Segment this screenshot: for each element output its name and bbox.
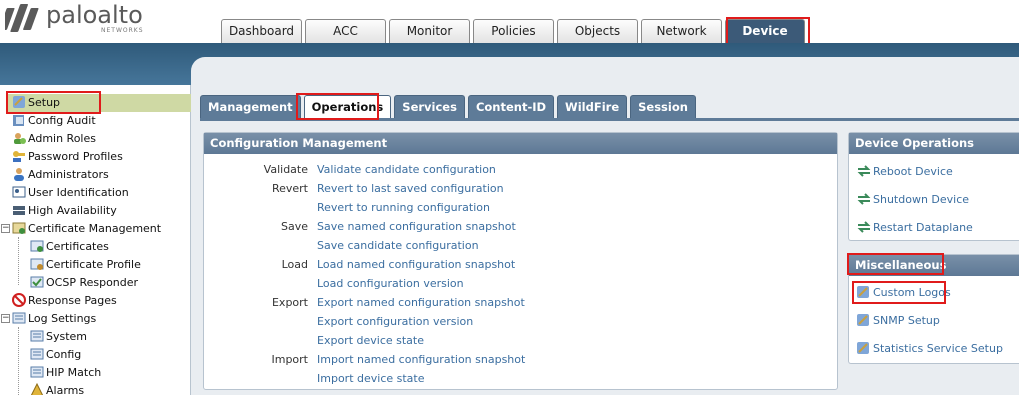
brand-name: paloalto — [46, 1, 143, 29]
config-row-label: Validate — [263, 163, 308, 176]
tab-services[interactable]: Services — [394, 95, 465, 119]
tab-wildfire[interactable]: WildFire — [557, 95, 628, 119]
tab-management[interactable]: Management — [200, 95, 301, 119]
sidebar-item-password-profiles[interactable]: Password Profiles — [12, 148, 123, 166]
tree-connector — [18, 327, 19, 395]
id-card-icon — [12, 185, 26, 199]
restart-icon — [856, 220, 872, 234]
sidebar-item-high-availability[interactable]: High Availability — [12, 202, 117, 220]
highlight-device-tab — [726, 17, 810, 45]
sidebar-item-user-identification[interactable]: User Identification — [12, 184, 129, 202]
statistics-service-setup-link[interactable]: Statistics Service Setup — [856, 340, 1003, 358]
config-row-label: Export — [271, 296, 308, 309]
log-icon — [30, 347, 44, 361]
admin-roles-icon — [12, 131, 26, 145]
sidebar-item-certificate-management[interactable]: Certificate Management — [12, 220, 161, 238]
sidebar-item-certificate-profile[interactable]: Certificate Profile — [30, 256, 141, 274]
configuration-management-panel: Configuration Management Validate Validat… — [203, 132, 838, 390]
user-icon — [12, 167, 26, 181]
collapse-toggle-certificate-management[interactable]: − — [1, 224, 10, 233]
config-action-link[interactable]: Export named configuration snapshot — [317, 293, 525, 312]
config-row-label: Import — [271, 353, 308, 366]
sidebar-item-certificates[interactable]: Certificates — [30, 238, 109, 256]
config-action-link[interactable]: Revert to last saved configuration — [317, 179, 504, 198]
config-action-link[interactable]: Load configuration version — [317, 274, 464, 293]
highlight-operations-tab — [296, 93, 379, 120]
tab-monitor[interactable]: Monitor — [389, 19, 470, 43]
sidebar-item-config-audit[interactable]: Config Audit — [12, 112, 96, 130]
tree-connector — [18, 237, 19, 285]
config-row-label: Revert — [271, 182, 308, 195]
collapse-toggle-log-settings[interactable]: − — [1, 314, 10, 323]
tab-network[interactable]: Network — [641, 19, 722, 43]
sidebar-item-administrators[interactable]: Administrators — [12, 166, 109, 184]
sidebar-item-admin-roles[interactable]: Admin Roles — [12, 130, 96, 148]
tab-session[interactable]: Session — [630, 95, 696, 119]
log-settings-icon — [12, 311, 26, 325]
highlight-custom-logos — [852, 281, 946, 304]
tab-acc[interactable]: ACC — [305, 19, 386, 43]
key-icon — [12, 149, 26, 163]
config-action-link[interactable]: Import device state — [317, 369, 425, 388]
tab-policies[interactable]: Policies — [473, 19, 554, 43]
config-row-label — [204, 236, 308, 255]
config-audit-icon — [12, 113, 26, 127]
response-pages-icon — [12, 293, 26, 307]
config-action-link[interactable]: Import named configuration snapshot — [317, 350, 525, 369]
config-row-label: Load — [281, 258, 308, 271]
snmp-setup-link[interactable]: SNMP Setup — [856, 312, 940, 330]
device-sub-tabs: Management Operations Services Content-I… — [200, 95, 699, 119]
tab-content-id[interactable]: Content-ID — [467, 95, 555, 119]
statistics-icon — [856, 341, 872, 355]
config-row-label — [204, 331, 308, 350]
sidebar-item-hip-match[interactable]: HIP Match — [30, 364, 101, 382]
sidebar-item-alarms[interactable]: Alarms — [30, 382, 84, 395]
paloalto-logo-icon — [5, 4, 39, 32]
panel-title: Device Operations — [849, 133, 1019, 154]
config-action-link[interactable]: Load named configuration snapshot — [317, 255, 515, 274]
shutdown-device-link[interactable]: Shutdown Device — [856, 191, 969, 209]
highlight-setup — [6, 91, 101, 114]
config-row-label — [204, 312, 308, 331]
config-action-link[interactable]: Save named configuration snapshot — [317, 217, 516, 236]
restart-dataplane-link[interactable]: Restart Dataplane — [856, 219, 973, 237]
brand-sub: NETWORKS — [101, 27, 144, 34]
sidebar-item-system[interactable]: System — [30, 328, 87, 346]
panel-title: Configuration Management — [204, 133, 837, 154]
sidebar-item-log-settings[interactable]: Log Settings — [12, 310, 96, 328]
device-operations-panel: Device Operations Reboot Device Shutdown… — [848, 132, 1019, 241]
log-icon — [30, 365, 44, 379]
shutdown-icon — [856, 192, 872, 206]
tab-objects[interactable]: Objects — [557, 19, 638, 43]
tab-dashboard[interactable]: Dashboard — [221, 19, 302, 43]
certificate-icon — [12, 221, 26, 235]
alarm-icon — [30, 382, 44, 395]
config-row-label — [204, 198, 308, 217]
highlight-miscellaneous — [847, 253, 944, 275]
config-action-link[interactable]: Validate candidate configuration — [317, 160, 496, 179]
ocsp-icon — [30, 275, 44, 289]
sidebar-item-ocsp-responder[interactable]: OCSP Responder — [30, 274, 138, 292]
certificate-icon — [30, 257, 44, 271]
top-nav-tabs: Dashboard ACC Monitor Policies Objects N… — [221, 19, 808, 43]
reboot-icon — [856, 164, 872, 178]
config-row-label — [204, 369, 308, 388]
config-action-link[interactable]: Export configuration version — [317, 312, 473, 331]
sidebar-item-response-pages[interactable]: Response Pages — [12, 292, 117, 310]
config-action-link[interactable]: Save candidate configuration — [317, 236, 479, 255]
reboot-device-link[interactable]: Reboot Device — [856, 163, 953, 181]
config-row-label: Save — [280, 220, 308, 233]
config-row-label — [204, 274, 308, 293]
brand-logo: paloalto NETWORKS — [5, 1, 155, 38]
config-action-link[interactable]: Revert to running configuration — [317, 198, 490, 217]
config-action-link[interactable]: Export device state — [317, 331, 424, 350]
sidebar-item-config[interactable]: Config — [30, 346, 81, 364]
server-icon — [12, 203, 26, 217]
certificate-icon — [30, 239, 44, 253]
log-icon — [30, 329, 44, 343]
snmp-icon — [856, 313, 872, 327]
